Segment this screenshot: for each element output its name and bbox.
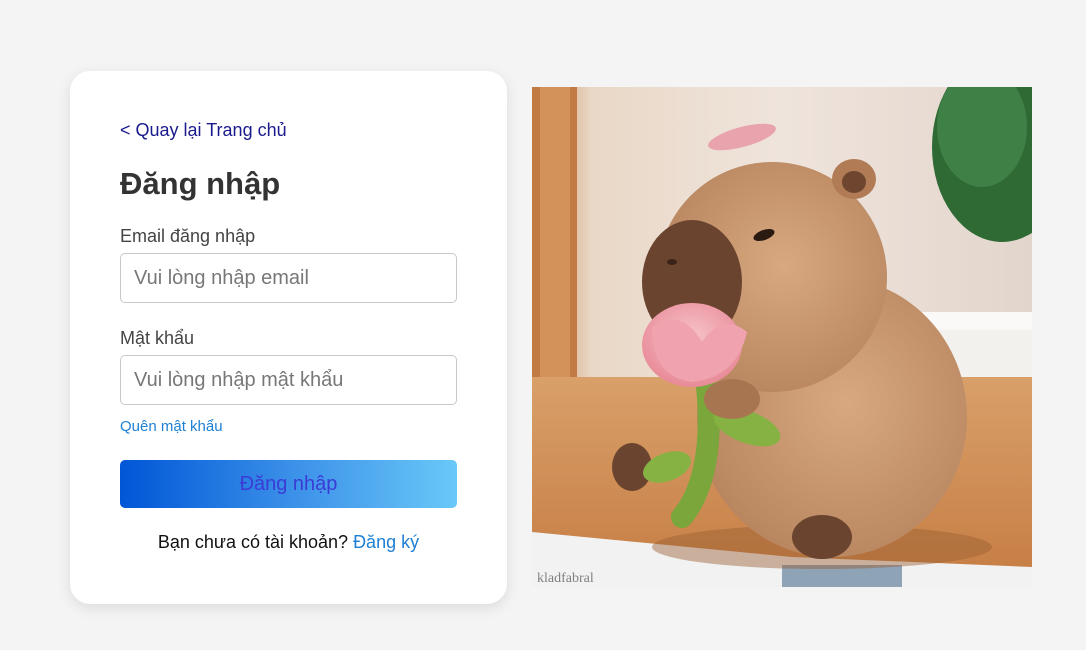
signup-link[interactable]: Đăng ký	[353, 532, 419, 552]
capybara-plush-image: kladfabral	[532, 87, 1032, 587]
svg-text:kladfabral: kladfabral	[537, 571, 594, 586]
back-to-home-link[interactable]: < Quay lại Trang chủ	[120, 120, 287, 141]
login-card: < Quay lại Trang chủ Đăng nhập Email đăn…	[70, 71, 507, 604]
password-input[interactable]	[120, 355, 457, 405]
page-title: Đăng nhập	[120, 166, 281, 201]
email-input[interactable]	[120, 253, 457, 303]
login-button[interactable]: Đăng nhập	[120, 460, 457, 508]
signup-prompt: Bạn chưa có tài khoản?	[157, 532, 354, 552]
signup-row: Bạn chưa có tài khoản? Đăng ký	[70, 532, 507, 553]
forgot-password-link[interactable]: Quên mật khẩu	[120, 418, 223, 435]
email-label: Email đăng nhập	[120, 226, 256, 246]
password-label: Mật khẩu	[120, 328, 195, 348]
